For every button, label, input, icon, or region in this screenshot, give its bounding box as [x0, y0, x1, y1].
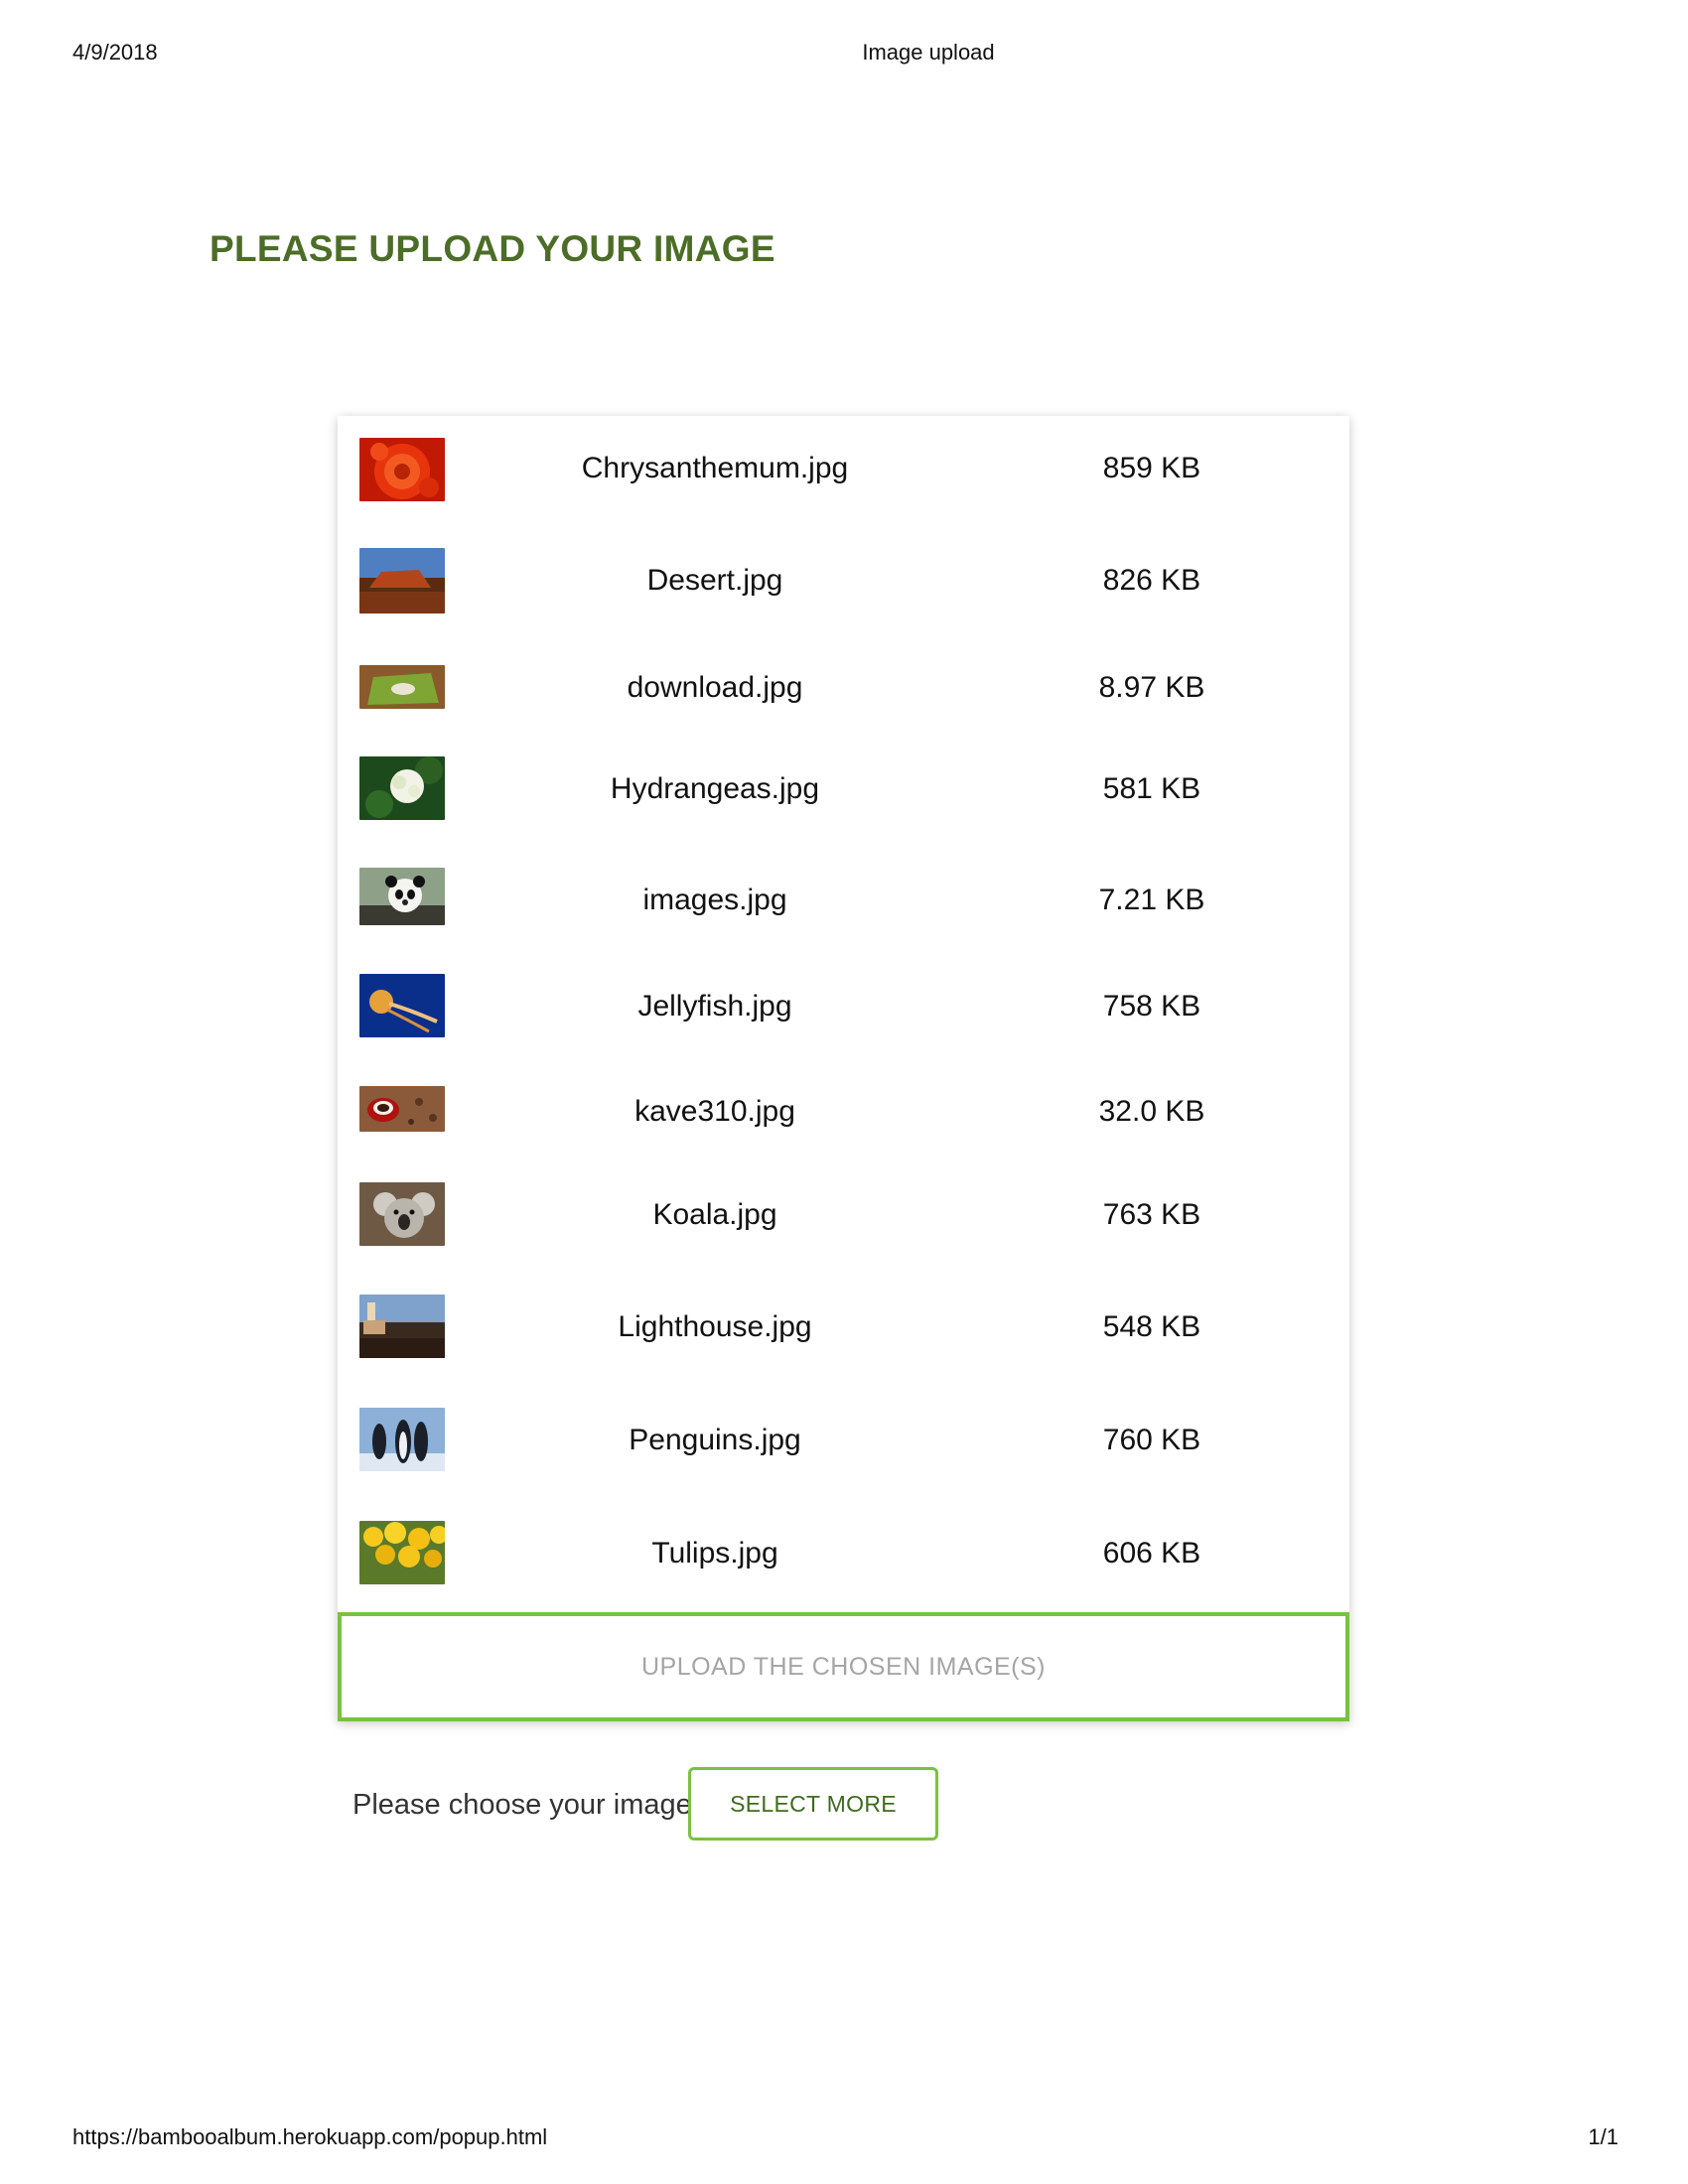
print-title: Image upload	[862, 40, 995, 65]
file-row: Chrysanthemum.jpg 859 KB	[338, 436, 1349, 501]
lighthouse-thumbnail	[359, 1295, 445, 1358]
file-name: Hydrangeas.jpg	[610, 772, 820, 805]
file-name: Desert.jpg	[646, 564, 783, 597]
file-size: 32.0 KB	[1098, 1095, 1205, 1128]
file-row: Tulips.jpg 606 KB	[338, 1521, 1349, 1586]
koala-thumbnail	[359, 1182, 445, 1246]
file-size: 581 KB	[1102, 772, 1201, 805]
file-size: 760 KB	[1102, 1424, 1201, 1456]
file-size: 826 KB	[1102, 564, 1201, 597]
choose-image-label: Please choose your image	[352, 1789, 692, 1821]
file-size: 606 KB	[1102, 1537, 1201, 1570]
coffee-thumbnail	[359, 1086, 445, 1132]
file-row: Hydrangeas.jpg 581 KB	[338, 756, 1349, 822]
file-size: 7.21 KB	[1098, 884, 1205, 916]
file-name: Penguins.jpg	[629, 1424, 801, 1456]
file-size: 8.97 KB	[1098, 671, 1205, 704]
file-size: 548 KB	[1102, 1310, 1201, 1343]
file-size: 763 KB	[1102, 1198, 1201, 1231]
select-more-button[interactable]: SELECT MORE	[688, 1767, 938, 1841]
file-row: Jellyfish.jpg 758 KB	[338, 974, 1349, 1039]
field-thumbnail	[359, 665, 445, 709]
file-list-card: Chrysanthemum.jpg 859 KB Desert.jpg 826 …	[338, 416, 1349, 1721]
file-name: Tulips.jpg	[651, 1537, 778, 1570]
hydrangeas-thumbnail	[359, 756, 445, 820]
tulips-thumbnail	[359, 1521, 445, 1584]
jellyfish-thumbnail	[359, 974, 445, 1037]
file-row: Desert.jpg 826 KB	[338, 548, 1349, 614]
file-row: download.jpg 8.97 KB	[338, 655, 1349, 721]
file-name: Chrysanthemum.jpg	[581, 452, 849, 484]
print-page-number: 1/1	[1588, 2124, 1618, 2149]
file-row: Lighthouse.jpg 548 KB	[338, 1295, 1349, 1360]
file-size: 758 KB	[1102, 990, 1201, 1023]
file-row: Koala.jpg 763 KB	[338, 1182, 1349, 1248]
file-name: Koala.jpg	[652, 1198, 777, 1231]
file-name: Lighthouse.jpg	[618, 1310, 812, 1343]
file-name: download.jpg	[627, 671, 803, 704]
file-row: images.jpg 7.21 KB	[338, 868, 1349, 933]
upload-button[interactable]: UPLOAD THE CHOSEN IMAGE(S)	[338, 1612, 1349, 1721]
chrysanthemum-thumbnail	[359, 438, 445, 501]
penguins-thumbnail	[359, 1408, 445, 1471]
desert-thumbnail	[359, 548, 445, 614]
print-url: https://bambooalbum.herokuapp.com/popup.…	[72, 2124, 548, 2149]
file-row: kave310.jpg 32.0 KB	[338, 1079, 1349, 1145]
file-row: Penguins.jpg 760 KB	[338, 1408, 1349, 1473]
panda-thumbnail	[359, 868, 445, 925]
file-size: 859 KB	[1102, 452, 1201, 484]
file-name: images.jpg	[642, 884, 787, 916]
page-title: PLEASE UPLOAD YOUR IMAGE	[210, 228, 775, 269]
file-name: Jellyfish.jpg	[637, 990, 792, 1023]
file-name: kave310.jpg	[634, 1095, 795, 1128]
